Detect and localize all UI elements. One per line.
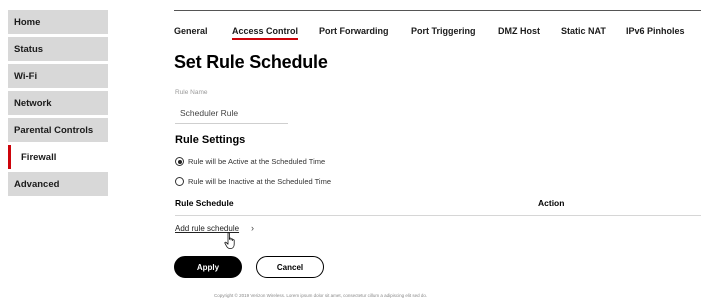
radio-rule-inactive-label: Rule will be Inactive at the Scheduled T… [188, 177, 331, 186]
rule-settings-title: Rule Settings [175, 134, 246, 146]
column-action: Action [538, 198, 565, 208]
firewall-tabs: General Access Control Port Forwarding P… [174, 10, 701, 42]
radio-checked-icon[interactable] [175, 157, 184, 166]
sidebar-nav: Home Status Wi-Fi Network Parental Contr… [8, 10, 108, 199]
radio-rule-inactive[interactable]: Rule will be Inactive at the Scheduled T… [175, 177, 331, 186]
sidebar-item-parental-controls[interactable]: Parental Controls [8, 118, 108, 142]
rule-name-input[interactable] [175, 102, 288, 124]
sidebar-item-status[interactable]: Status [8, 37, 108, 61]
radio-rule-active-label: Rule will be Active at the Scheduled Tim… [188, 157, 326, 166]
sidebar-item-wifi[interactable]: Wi-Fi [8, 64, 108, 88]
tab-dmz-host[interactable]: DMZ Host [498, 25, 540, 37]
tab-general[interactable]: General [174, 25, 208, 37]
tab-port-triggering[interactable]: Port Triggering [411, 25, 476, 37]
sidebar-item-advanced[interactable]: Advanced [8, 172, 108, 196]
sidebar-item-firewall[interactable]: Firewall [8, 145, 108, 169]
chevron-right-icon: › [251, 223, 254, 233]
rule-name-label: Rule Name [175, 89, 208, 96]
tab-access-control[interactable]: Access Control [232, 25, 299, 40]
apply-button[interactable]: Apply [174, 256, 242, 278]
copyright-footer: Copyright © 2019 Verizon Wireless. Lorem… [214, 293, 428, 298]
tab-port-forwarding[interactable]: Port Forwarding [319, 25, 389, 37]
sidebar-item-home[interactable]: Home [8, 10, 108, 34]
tab-static-nat[interactable]: Static NAT [561, 25, 606, 37]
hand-pointer-cursor-icon [224, 232, 235, 249]
radio-rule-active[interactable]: Rule will be Active at the Scheduled Tim… [175, 157, 325, 166]
rule-schedule-table-header: Rule Schedule Action [175, 194, 701, 216]
radio-unchecked-icon[interactable] [175, 177, 184, 186]
column-rule-schedule: Rule Schedule [175, 198, 234, 208]
tab-ipv6-pinholes[interactable]: IPv6 Pinholes [626, 25, 685, 37]
sidebar-item-network[interactable]: Network [8, 91, 108, 115]
page-title: Set Rule Schedule [174, 52, 328, 72]
cancel-button[interactable]: Cancel [256, 256, 324, 278]
